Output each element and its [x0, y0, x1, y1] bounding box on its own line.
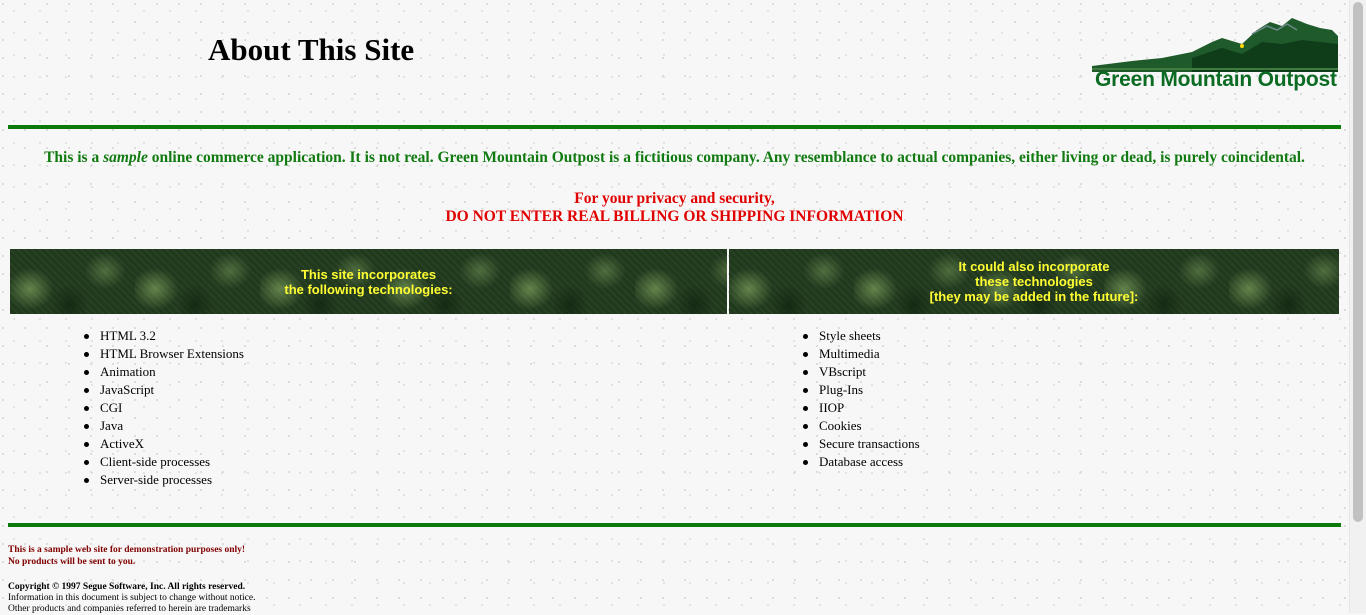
list-item: Style sheets — [801, 327, 920, 345]
right-header-line-3: [they may be added in the future]: — [929, 289, 1139, 304]
bottom-divider — [8, 523, 1341, 527]
list-item: Java — [82, 417, 244, 435]
privacy-warning: For your privacy and security, DO NOT EN… — [8, 190, 1341, 226]
disclaimer-emphasis: sample — [103, 149, 148, 166]
vertical-scrollbar[interactable] — [1349, 0, 1366, 613]
privacy-line-2: DO NOT ENTER REAL BILLING OR SHIPPING IN… — [445, 208, 904, 225]
left-header-line-2: the following technologies: — [284, 281, 453, 297]
scrollbar-thumb[interactable] — [1353, 2, 1363, 522]
list-item: Database access — [801, 453, 920, 471]
current-technologies-list: HTML 3.2 HTML Browser Extensions Animati… — [82, 327, 244, 489]
green-mountain-logo[interactable]: Green Mountain Outpost — [1092, 14, 1342, 98]
privacy-line-1: For your privacy and security, — [574, 190, 775, 207]
right-header-line-1: It could also incorporate — [958, 259, 1110, 274]
list-item: Cookies — [801, 417, 920, 435]
list-item: Animation — [82, 363, 244, 381]
logo-text: Green Mountain Outpost — [1095, 68, 1337, 91]
page: About This Site Green Mountain Outpost T… — [0, 0, 1350, 615]
list-item: Client-side processes — [82, 453, 244, 471]
list-item: Plug-Ins — [801, 381, 920, 399]
info-line-1: Information in this document is subject … — [8, 593, 256, 603]
list-item: Server-side processes — [82, 471, 244, 489]
page-title: About This Site — [208, 32, 415, 67]
list-item: JavaScript — [82, 381, 244, 399]
disclaimer-prefix: This is a — [44, 149, 104, 166]
list-item: IIOP — [801, 399, 920, 417]
list-item: CGI — [82, 399, 244, 417]
list-item: HTML 3.2 — [82, 327, 244, 345]
mountain-logo-graphic — [1092, 18, 1338, 72]
footer-note-line-1: This is a sample web site for demonstrat… — [8, 545, 246, 555]
right-header-line-2: these technologies — [975, 274, 1093, 289]
footer-copyright: Copyright © 1997 Segue Software, Inc. Al… — [8, 582, 255, 615]
list-item: Secure transactions — [801, 435, 920, 453]
copyright-line: Copyright © 1997 Segue Software, Inc. Al… — [8, 582, 246, 592]
top-divider — [8, 125, 1341, 129]
left-header-line-1: This site incorporates — [300, 266, 437, 282]
list-item: HTML Browser Extensions — [82, 345, 244, 363]
future-technologies-list: Style sheets Multimedia VBscript Plug-In… — [801, 327, 920, 471]
footer-note-line-2: No products will be sent to you. — [8, 557, 136, 567]
current-technologies-header: This site incorporates the following tec… — [10, 249, 727, 314]
list-item: ActiveX — [82, 435, 244, 453]
footer-sample-note: This is a sample web site for demonstrat… — [8, 544, 245, 568]
future-technologies-header: It could also incorporate these technolo… — [729, 249, 1339, 314]
list-item: VBscript — [801, 363, 920, 381]
info-line-2: Other products and companies referred to… — [8, 604, 251, 614]
sample-disclaimer: This is a sample online commerce applica… — [8, 149, 1341, 167]
list-item: Multimedia — [801, 345, 920, 363]
disclaimer-suffix: online commerce application. It is not r… — [147, 149, 1305, 166]
